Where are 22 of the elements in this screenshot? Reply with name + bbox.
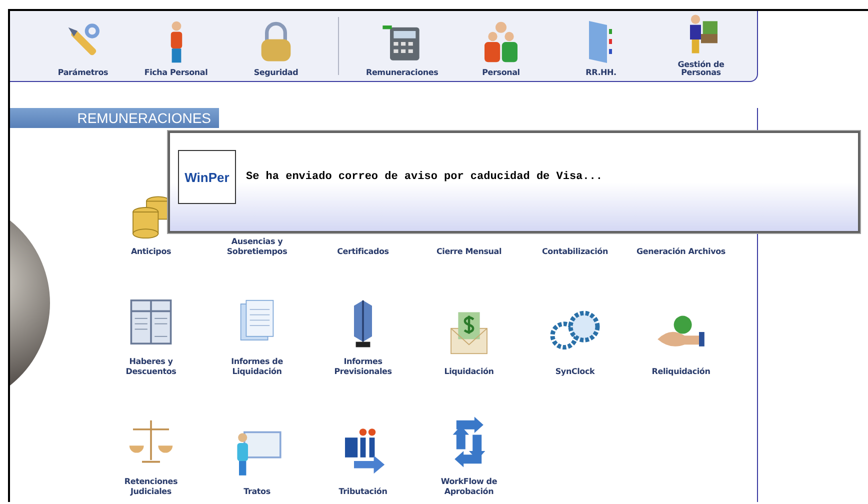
module-button[interactable]: Reliquidación — [628, 268, 734, 378]
module-button[interactable]: Tratos — [204, 388, 310, 498]
module-button[interactable]: Tributación — [310, 388, 416, 498]
toolbar-button[interactable]: Gestión de Personas — [651, 11, 751, 81]
section-header: REMUNERACIONES — [10, 108, 219, 128]
module-button[interactable]: Informes Previsionales — [310, 268, 416, 378]
person-icon — [168, 20, 184, 64]
module-button[interactable]: SynClock — [522, 268, 628, 378]
module-button[interactable]: Liquidación — [416, 268, 522, 378]
toolbar-button[interactable]: Ficha Personal — [126, 11, 226, 81]
toolbar-button[interactable]: Seguridad — [226, 11, 326, 81]
toolbar-button[interactable]: RR.HH. — [551, 11, 651, 81]
module-button[interactable]: WorkFlow de Aprobación — [416, 388, 522, 498]
message-text: Se ha enviado correo de aviso por caducidad de Visa... — [246, 171, 602, 183]
toolbar-button[interactable]: Parámetros — [40, 11, 126, 81]
folder-icon — [587, 20, 615, 64]
toolbar-button[interactable]: Remuneraciones — [351, 11, 451, 81]
module-button[interactable]: Informes de Liquidación — [204, 268, 310, 378]
toolbar-button[interactable]: Personal — [451, 11, 551, 81]
logo: WinPer — [178, 150, 236, 204]
module-button[interactable]: Retenciones Judiciales — [98, 388, 204, 498]
module-button[interactable]: Haberes y Descuentos — [98, 268, 204, 378]
